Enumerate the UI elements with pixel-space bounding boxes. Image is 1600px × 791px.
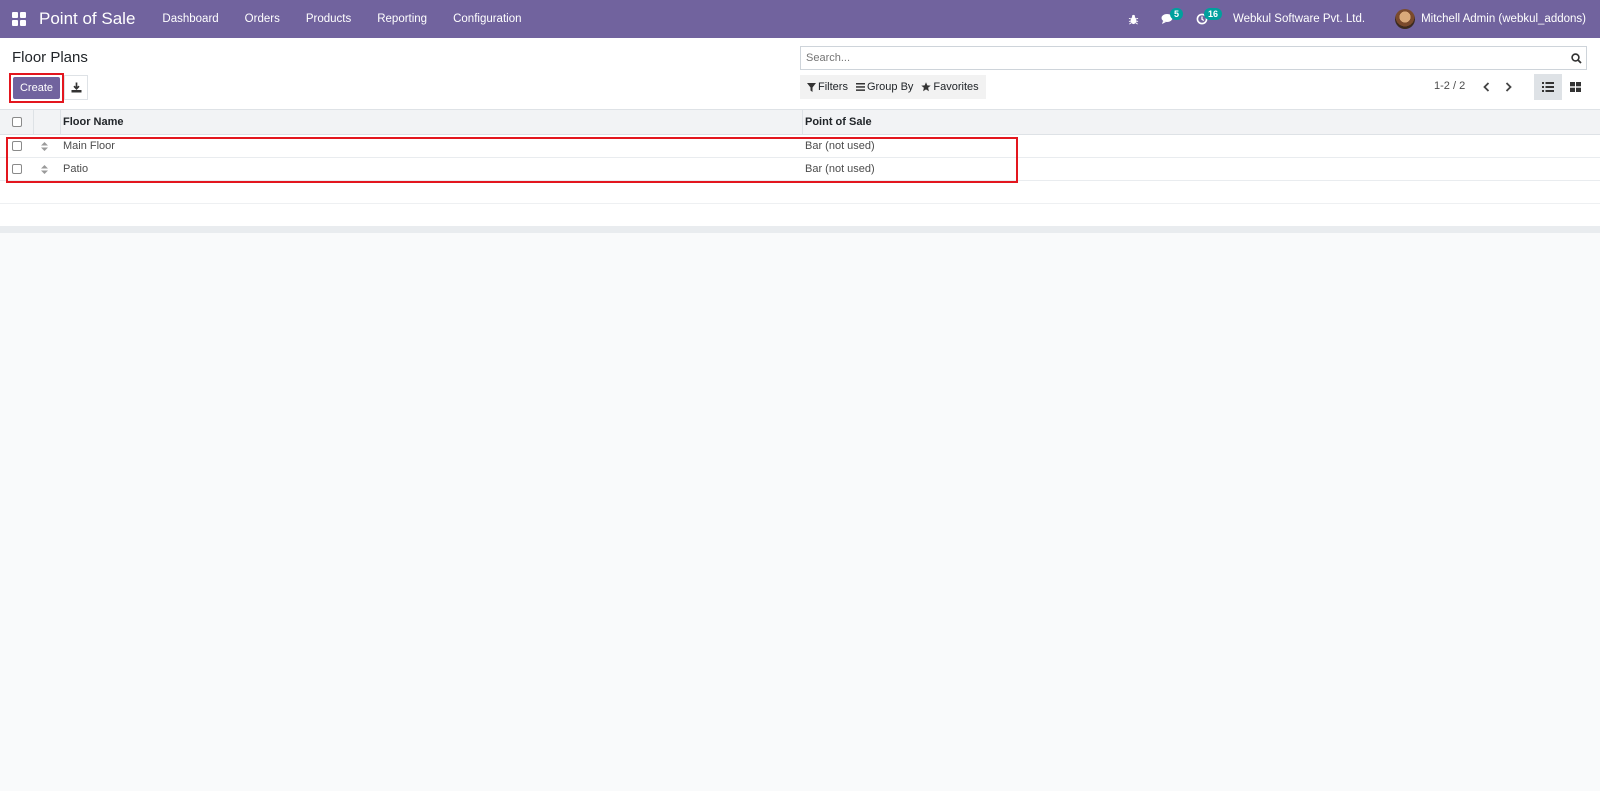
bug-icon[interactable]: [1121, 0, 1147, 38]
group-by-label: Group By: [866, 81, 914, 93]
star-icon: [921, 82, 932, 92]
main-navbar: Point of Sale Dashboard Orders Products …: [0, 0, 1600, 38]
menu-products[interactable]: Products: [293, 0, 364, 38]
control-panel: Floor Plans Create Filters Group By Favo…: [0, 38, 1600, 110]
download-icon[interactable]: [64, 75, 88, 100]
bars-icon: [855, 83, 865, 91]
list-view-icon[interactable]: [1534, 74, 1562, 100]
page-title: Floor Plans: [12, 49, 88, 66]
messages-badge: 5: [1169, 8, 1183, 20]
apps-menu-icon[interactable]: [0, 0, 38, 38]
empty-row: [0, 181, 1600, 204]
favorites-button[interactable]: Favorites: [917, 75, 982, 99]
filters-label: Filters: [818, 81, 848, 93]
search-options: Filters Group By Favorites: [800, 75, 986, 99]
table-header: Floor Name Point of Sale: [0, 110, 1600, 135]
empty-row: [0, 204, 1600, 227]
menu-dashboard[interactable]: Dashboard: [149, 0, 231, 38]
user-menu[interactable]: Mitchell Admin (webkul_addons): [1421, 13, 1586, 25]
activities-button[interactable]: 16: [1189, 0, 1222, 38]
pager-value[interactable]: 1-2 / 2: [1434, 80, 1465, 92]
messages-button[interactable]: 5: [1155, 0, 1183, 38]
filter-icon: [807, 82, 816, 92]
group-by-button[interactable]: Group By: [852, 75, 917, 99]
rows-highlight: [6, 137, 1018, 183]
chevron-right-icon[interactable]: [1501, 80, 1515, 94]
column-divider: [802, 110, 803, 134]
company-switcher[interactable]: Webkul Software Pvt. Ltd.: [1233, 13, 1365, 25]
kanban-view-icon[interactable]: [1562, 74, 1588, 100]
search-icon[interactable]: [1566, 47, 1586, 69]
menu-orders[interactable]: Orders: [232, 0, 293, 38]
create-button[interactable]: Create: [13, 77, 60, 99]
column-divider: [33, 110, 34, 134]
search-bar: [800, 46, 1587, 70]
activities-badge: 16: [1203, 8, 1222, 20]
app-name[interactable]: Point of Sale: [39, 9, 135, 29]
column-header-point-of-sale[interactable]: Point of Sale: [805, 110, 872, 134]
menu-configuration[interactable]: Configuration: [440, 0, 534, 38]
search-input[interactable]: [801, 48, 1566, 68]
list-footer-divider: [0, 226, 1600, 233]
systray: 5 16 Webkul Software Pvt. Ltd. Mitchell …: [1121, 0, 1600, 38]
chevron-left-icon[interactable]: [1479, 80, 1493, 94]
select-all-checkbox[interactable]: [12, 110, 22, 134]
column-divider: [60, 110, 61, 134]
filters-button[interactable]: Filters: [803, 75, 852, 99]
avatar[interactable]: [1395, 9, 1416, 29]
menu-reporting[interactable]: Reporting: [364, 0, 440, 38]
favorites-label: Favorites: [933, 81, 979, 93]
column-header-floor-name[interactable]: Floor Name: [63, 110, 124, 134]
